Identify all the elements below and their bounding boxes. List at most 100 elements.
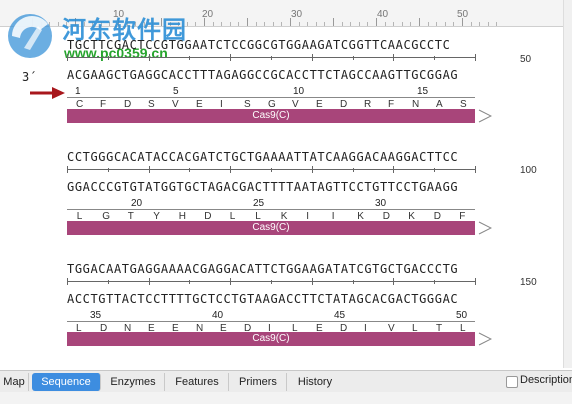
axis-tick <box>107 55 109 60</box>
amino-acid: F <box>388 99 395 110</box>
amino-acid: T <box>436 323 443 334</box>
aa-position: 15 <box>417 86 429 97</box>
ruler-tick <box>384 22 386 26</box>
feature-direction-icon <box>478 221 492 235</box>
row-end-position: 100 <box>520 165 537 176</box>
amino-acid: D <box>244 323 252 334</box>
sequence-bottom-strand[interactable]: GGACCCGTGTATGGTGCTAGACGACTTTTAATAGTTCCTG… <box>67 180 458 194</box>
amino-acid: I <box>306 211 310 222</box>
amino-acid: I <box>364 323 367 334</box>
ruler-tick <box>290 18 291 26</box>
ruler-tick <box>470 22 472 26</box>
ruler-tick <box>444 22 446 26</box>
axis-tick <box>189 167 191 172</box>
ruler-tick <box>401 22 403 26</box>
tab-map[interactable]: Map <box>0 373 29 391</box>
ruler-tick <box>341 22 343 26</box>
ruler-tick <box>307 22 309 26</box>
amino-acid: F <box>100 99 107 110</box>
axis-tick <box>434 55 436 60</box>
aa-position: 40 <box>212 310 224 321</box>
translation-line <box>67 209 475 210</box>
ruler-tick <box>324 22 326 26</box>
ruler-tick <box>315 22 317 26</box>
amino-acid: N <box>124 323 132 334</box>
axis-tick <box>434 279 436 284</box>
aa-position: 25 <box>253 198 265 209</box>
axis-tick <box>148 54 150 61</box>
aa-position: 20 <box>131 198 143 209</box>
ruler-tick <box>410 22 412 26</box>
axis-tick <box>230 278 232 285</box>
sequence-top-strand[interactable]: TGGACAATGAGGAAAACGAGGACATTCTGGAAGATATCGT… <box>67 262 458 276</box>
feature-direction-icon <box>478 109 492 123</box>
ruler-label: 40 <box>377 9 389 20</box>
amino-acid: K <box>280 211 288 222</box>
descriptions-checkbox[interactable] <box>506 376 518 388</box>
sequence-bottom-strand[interactable]: ACGAAGCTGAGGCACCTTTAGAGGCCGCACCTTCTAGCCA… <box>67 68 458 82</box>
axis-tick <box>393 54 395 61</box>
axis-tick <box>352 279 354 284</box>
translation-line <box>67 97 475 98</box>
amino-acid: F <box>459 211 466 222</box>
amino-acid: C <box>76 99 84 110</box>
amino-acid: Y <box>153 211 160 222</box>
amino-acid: L <box>460 323 466 334</box>
ruler-tick <box>212 22 214 26</box>
amino-acid: N <box>196 323 204 334</box>
amino-acid: L <box>76 323 82 334</box>
amino-acid: E <box>316 99 323 110</box>
amino-acid: D <box>204 211 212 222</box>
axis-tick <box>475 54 476 61</box>
amino-acid: E <box>172 323 179 334</box>
amino-acid: S <box>148 99 155 110</box>
vertical-scrollbar[interactable] <box>563 0 572 368</box>
amino-acid: N <box>412 99 420 110</box>
amino-acid: V <box>388 323 395 334</box>
axis-tick <box>311 166 313 173</box>
ruler-tick <box>281 22 283 26</box>
tab-features[interactable]: Features <box>166 373 229 391</box>
ruler-tick <box>419 18 420 26</box>
sequence-top-strand[interactable]: CCTGGGCACATACCACGATCTGCTGAAAATTATCAAGGAC… <box>67 150 458 164</box>
ruler-tick <box>333 18 334 26</box>
feature-bar[interactable]: Cas9(C) <box>67 109 475 123</box>
ruler-tick <box>350 22 352 26</box>
tab-history[interactable]: History <box>288 373 342 391</box>
amino-acid: L <box>292 323 298 334</box>
axis-tick <box>230 166 232 173</box>
tab-sequence[interactable]: Sequence <box>32 373 101 391</box>
axis-tick <box>107 279 109 284</box>
ruler-tick <box>264 22 266 26</box>
ruler-tick <box>427 22 429 26</box>
aa-position: 45 <box>334 310 346 321</box>
tab-primers[interactable]: Primers <box>230 373 287 391</box>
feature-bar[interactable]: Cas9(C) <box>67 221 475 235</box>
ruler-tick <box>272 22 274 26</box>
amino-acid: S <box>244 99 251 110</box>
feature-bar[interactable]: Cas9(C) <box>67 332 475 346</box>
axis-tick <box>352 167 354 172</box>
sequence-top-strand[interactable]: TGCTTCGACTCCGTGGAATCTCCGGCGTGGAAGATCGGTT… <box>67 38 450 52</box>
amino-acid: T <box>127 211 134 222</box>
axis-tick <box>393 166 395 173</box>
ruler-tick <box>255 22 257 26</box>
axis-tick <box>311 278 313 285</box>
axis-tick <box>67 166 68 173</box>
ruler-tick <box>358 22 360 26</box>
axis-tick <box>475 166 476 173</box>
aa-position: 35 <box>90 310 102 321</box>
sequence-bottom-strand[interactable]: ACCTGTTACTCCTTTTGCTCCTGTAAGACCTTCTATAGCA… <box>67 292 458 306</box>
amino-acid: L <box>229 211 236 222</box>
ruler-label: 30 <box>291 9 303 20</box>
ruler-tick <box>221 22 223 26</box>
amino-acid: D <box>382 211 390 222</box>
axis-tick <box>475 278 476 285</box>
axis-tick <box>393 278 395 285</box>
sequence-axis <box>67 53 476 62</box>
amino-acid: G <box>102 211 111 222</box>
translation-line <box>67 321 475 322</box>
amino-acid: D <box>340 99 348 110</box>
tab-enzymes[interactable]: Enzymes <box>102 373 165 391</box>
red-arrow-icon <box>30 87 65 99</box>
